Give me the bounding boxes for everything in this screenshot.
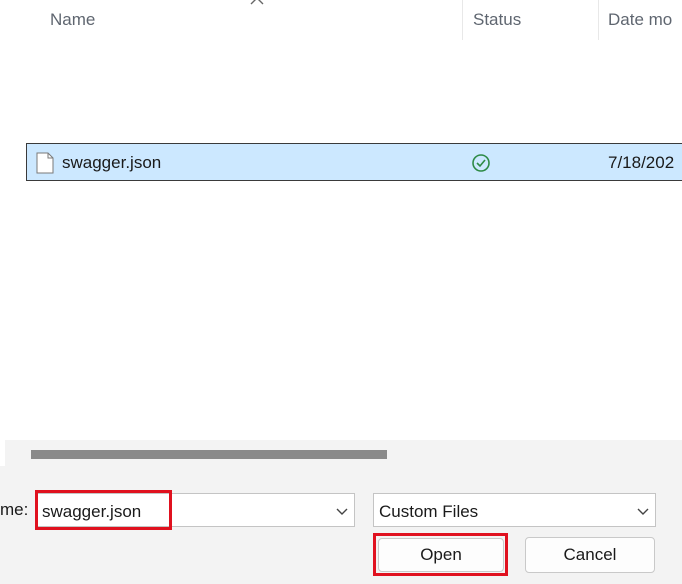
filename-input[interactable]: swagger.json [42,502,141,522]
column-header-status[interactable]: Status [473,0,521,40]
column-separator[interactable] [598,0,599,40]
column-header-date[interactable]: Date mo [608,0,672,40]
filetype-select[interactable]: Custom Files [373,493,656,527]
chevron-down-icon[interactable] [636,504,650,518]
cancel-button[interactable]: Cancel [525,537,655,573]
filename-label: me: [0,500,29,519]
column-header-name[interactable]: Name [50,0,95,40]
file-date: 7/18/202 [608,153,675,172]
file-row[interactable]: swagger.json 7/18/202 [26,143,682,181]
sync-check-icon [472,154,490,172]
column-header-status-label: Status [473,10,522,29]
cancel-button-label: Cancel [563,545,617,564]
filetype-value: Custom Files [379,502,479,521]
horizontal-scrollbar-thumb[interactable] [31,450,387,459]
file-name: swagger.json [62,153,162,172]
sort-up-icon [250,0,264,5]
column-header-name-label: Name [50,10,96,29]
column-header-date-label: Date mo [608,10,673,29]
open-button-label: Open [420,545,462,564]
file-list-pane[interactable]: Name Status Date mo swagger.json 7/18/20… [5,0,682,440]
document-icon [36,152,54,174]
chevron-down-icon[interactable] [335,504,349,518]
column-separator[interactable] [462,0,463,40]
open-button[interactable]: Open [378,538,504,572]
filename-combobox[interactable]: swagger.json [36,493,355,527]
